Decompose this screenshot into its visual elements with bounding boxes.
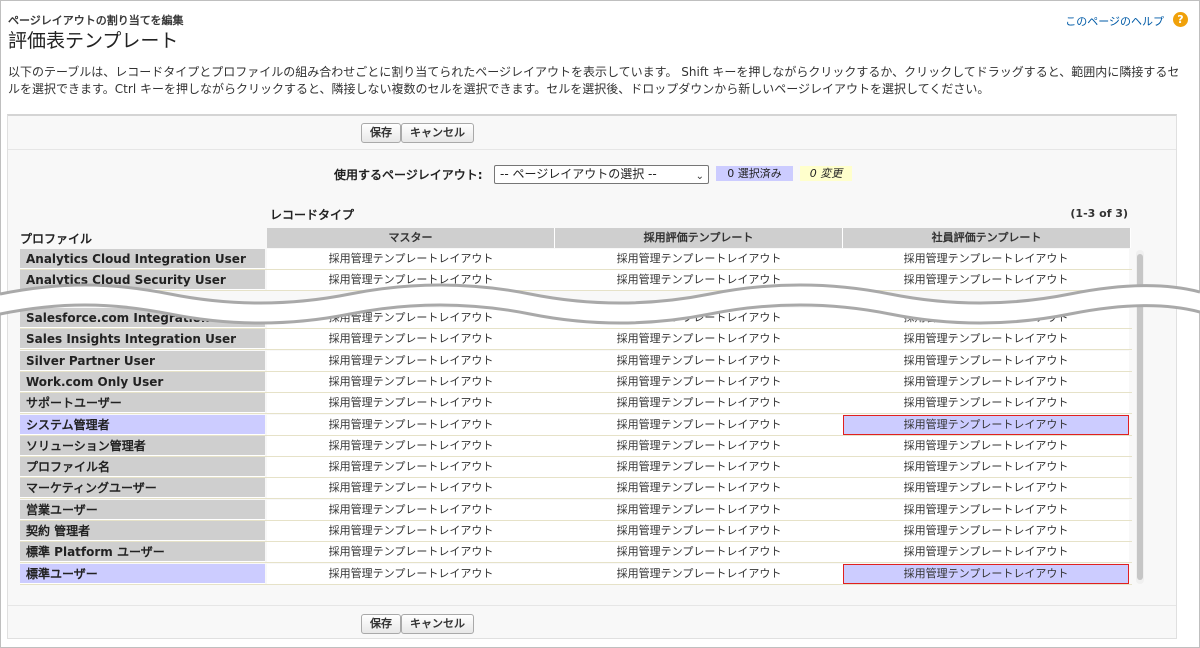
layout-select-label: 使用するページレイアウト: — [334, 168, 483, 182]
layout-cell[interactable]: 採用管理テンプレートレイアウト — [267, 249, 555, 269]
layout-cell[interactable]: 採用管理テンプレートレイアウト — [267, 478, 555, 499]
profile-label[interactable]: Work.com Only User — [20, 371, 265, 392]
profile-label[interactable]: プロファイル名 — [20, 457, 265, 478]
layout-cell[interactable]: 採用管理テンプレートレイアウト — [267, 350, 555, 371]
table-row: 営業ユーザー 採用管理テンプレートレイアウト 採用管理テンプレートレイアウト 採用管理… — [20, 499, 1132, 521]
layout-cell[interactable]: 採用管理テンプレートレイアウト — [267, 457, 555, 478]
layout-cell[interactable]: 採用管理テンプレートレイアウト — [843, 414, 1129, 435]
cancel-button-bottom[interactable]: キャンセル — [401, 614, 474, 634]
layout-cell[interactable]: 採用管理テンプレートレイアウト — [843, 249, 1129, 269]
layout-cell[interactable]: 採用管理テンプレートレイアウト — [267, 371, 555, 392]
table-row: Silver Partner User 採用管理テンプレートレイアウト 採用管理テン… — [20, 350, 1132, 372]
layout-cell[interactable]: 採用管理テンプレートレイアウト — [843, 457, 1129, 478]
profile-label[interactable]: 営業ユーザー — [20, 499, 265, 520]
layout-cell[interactable]: 採用管理テンプレートレイアウト — [267, 542, 555, 563]
profile-label[interactable]: システム管理者 — [20, 414, 265, 435]
layout-cell[interactable]: 採用管理テンプレートレイアウト — [555, 249, 843, 269]
layout-cell[interactable]: 採用管理テンプレートレイアウト — [843, 499, 1129, 520]
save-button-top[interactable]: 保存 — [361, 123, 401, 143]
table-row: マーケティングユーザー 採用管理テンプレートレイアウト 採用管理テンプレートレイアウ… — [20, 478, 1132, 500]
profile-column-header: プロファイル — [20, 232, 93, 246]
table-row: 標準 Platform ユーザー 採用管理テンプレートレイアウト 採用管理テンプレー… — [20, 542, 1132, 564]
layout-cell[interactable]: 採用管理テンプレートレイアウト — [267, 563, 555, 584]
profile-label[interactable]: Sales Insights Integration User — [20, 329, 265, 350]
table-row: Work.com Only User 採用管理テンプレートレイアウト 採用管理テンプ… — [20, 371, 1132, 393]
chevron-down-icon: ⌄ — [695, 171, 704, 182]
layout-cell[interactable]: 採用管理テンプレートレイアウト — [843, 521, 1129, 541]
profile-label[interactable]: Analytics Cloud Integration User — [20, 249, 265, 269]
layout-cell[interactable]: 採用管理テンプレートレイアウト — [555, 435, 843, 456]
torn-break-separator — [0, 283, 1200, 325]
table-row: ソリューション管理者 採用管理テンプレートレイアウト 採用管理テンプレートレイアウト… — [20, 435, 1132, 457]
column-header-recruit-eval[interactable]: 採用評価テンプレート — [555, 228, 843, 248]
save-button-bottom[interactable]: 保存 — [361, 614, 401, 634]
layout-cell[interactable]: 採用管理テンプレートレイアウト — [555, 542, 843, 563]
layout-cell[interactable]: 採用管理テンプレートレイアウト — [555, 521, 843, 541]
bottom-button-bar: 保存 キャンセル — [8, 605, 1176, 639]
layout-cell[interactable]: 採用管理テンプレートレイアウト — [843, 478, 1129, 499]
selected-count-badge: 0 選択済み — [716, 166, 793, 181]
layout-cell[interactable]: 採用管理テンプレートレイアウト — [843, 435, 1129, 456]
layout-cell[interactable]: 採用管理テンプレートレイアウト — [555, 414, 843, 435]
profile-label[interactable]: 契約 管理者 — [20, 521, 265, 541]
top-button-bar: 保存 キャンセル — [8, 116, 1176, 150]
page-title: 評価表テンプレート — [8, 30, 179, 52]
layout-cell[interactable]: 採用管理テンプレートレイアウト — [267, 499, 555, 520]
record-range-label: (1-3 of 3) — [1070, 207, 1128, 220]
layout-cell[interactable]: 採用管理テンプレートレイアウト — [555, 563, 843, 584]
page-layout-select[interactable]: -- ページレイアウトの選択 -- ⌄ — [494, 165, 709, 184]
layout-cell[interactable]: 採用管理テンプレートレイアウト — [843, 542, 1129, 563]
page-layout-select-value: -- ページレイアウトの選択 -- — [500, 167, 657, 181]
layout-cell[interactable]: 採用管理テンプレートレイアウト — [843, 329, 1129, 350]
table-row: 契約 管理者 採用管理テンプレートレイアウト 採用管理テンプレートレイアウト 採用管理… — [20, 521, 1132, 542]
layout-cell[interactable]: 採用管理テンプレートレイアウト — [843, 393, 1129, 414]
layout-cell[interactable]: 採用管理テンプレートレイアウト — [843, 371, 1129, 392]
profile-label[interactable]: 標準ユーザー — [20, 563, 265, 584]
profile-label[interactable]: サポートユーザー — [20, 393, 265, 414]
layout-cell[interactable]: 採用管理テンプレートレイアウト — [267, 329, 555, 350]
change-count-badge: 0 変更 — [800, 166, 852, 181]
table-row: 標準ユーザー 採用管理テンプレートレイアウト 採用管理テンプレートレイアウト 採用管理… — [20, 563, 1132, 585]
record-type-label: レコードタイプ — [270, 208, 355, 222]
layout-cell[interactable]: 採用管理テンプレートレイアウト — [267, 414, 555, 435]
table-row: Sales Insights Integration User 採用管理テンプレー… — [20, 329, 1132, 351]
column-header-master[interactable]: マスター — [267, 228, 555, 248]
profile-label[interactable]: ソリューション管理者 — [20, 435, 265, 456]
layout-cell[interactable]: 採用管理テンプレートレイアウト — [555, 371, 843, 392]
profile-label[interactable]: マーケティングユーザー — [20, 478, 265, 499]
cancel-button-top[interactable]: キャンセル — [401, 123, 474, 143]
table-row: プロファイル名 採用管理テンプレートレイアウト 採用管理テンプレートレイアウト 採用管… — [20, 457, 1132, 479]
profile-label[interactable]: Silver Partner User — [20, 350, 265, 371]
table-row: サポートユーザー 採用管理テンプレートレイアウト 採用管理テンプレートレイアウト 採用… — [20, 393, 1132, 415]
layout-cell[interactable]: 採用管理テンプレートレイアウト — [843, 350, 1129, 371]
profile-label[interactable]: 標準 Platform ユーザー — [20, 542, 265, 563]
layout-select-row: 使用するページレイアウト: -- ページレイアウトの選択 -- ⌄ 0 選択済み… — [0, 165, 1200, 187]
layout-cell[interactable]: 採用管理テンプレートレイアウト — [267, 521, 555, 541]
table-row: Analytics Cloud Integration User 採用管理テンプレ… — [20, 249, 1132, 270]
layout-cell[interactable]: 採用管理テンプレートレイアウト — [555, 478, 843, 499]
layout-cell[interactable]: 採用管理テンプレートレイアウト — [555, 350, 843, 371]
layout-cell[interactable]: 採用管理テンプレートレイアウト — [267, 435, 555, 456]
layout-cell[interactable]: 採用管理テンプレートレイアウト — [843, 563, 1129, 584]
layout-cell[interactable]: 採用管理テンプレートレイアウト — [555, 499, 843, 520]
table-row: システム管理者 採用管理テンプレートレイアウト 採用管理テンプレートレイアウト 採用管… — [20, 414, 1132, 436]
layout-cell[interactable]: 採用管理テンプレートレイアウト — [267, 393, 555, 414]
help-link[interactable]: このページのヘルプ — [1065, 13, 1164, 29]
layout-cell[interactable]: 採用管理テンプレートレイアウト — [555, 393, 843, 414]
help-icon[interactable]: ? — [1173, 12, 1188, 27]
layout-cell[interactable]: 採用管理テンプレートレイアウト — [555, 457, 843, 478]
instructions-text: 以下のテーブルは、レコードタイプとプロファイルの組み合わせごとに割り当てられたペ… — [8, 65, 1180, 96]
layout-cell[interactable]: 採用管理テンプレートレイアウト — [555, 329, 843, 350]
column-header-employee-eval[interactable]: 社員評価テンプレート — [843, 228, 1131, 248]
